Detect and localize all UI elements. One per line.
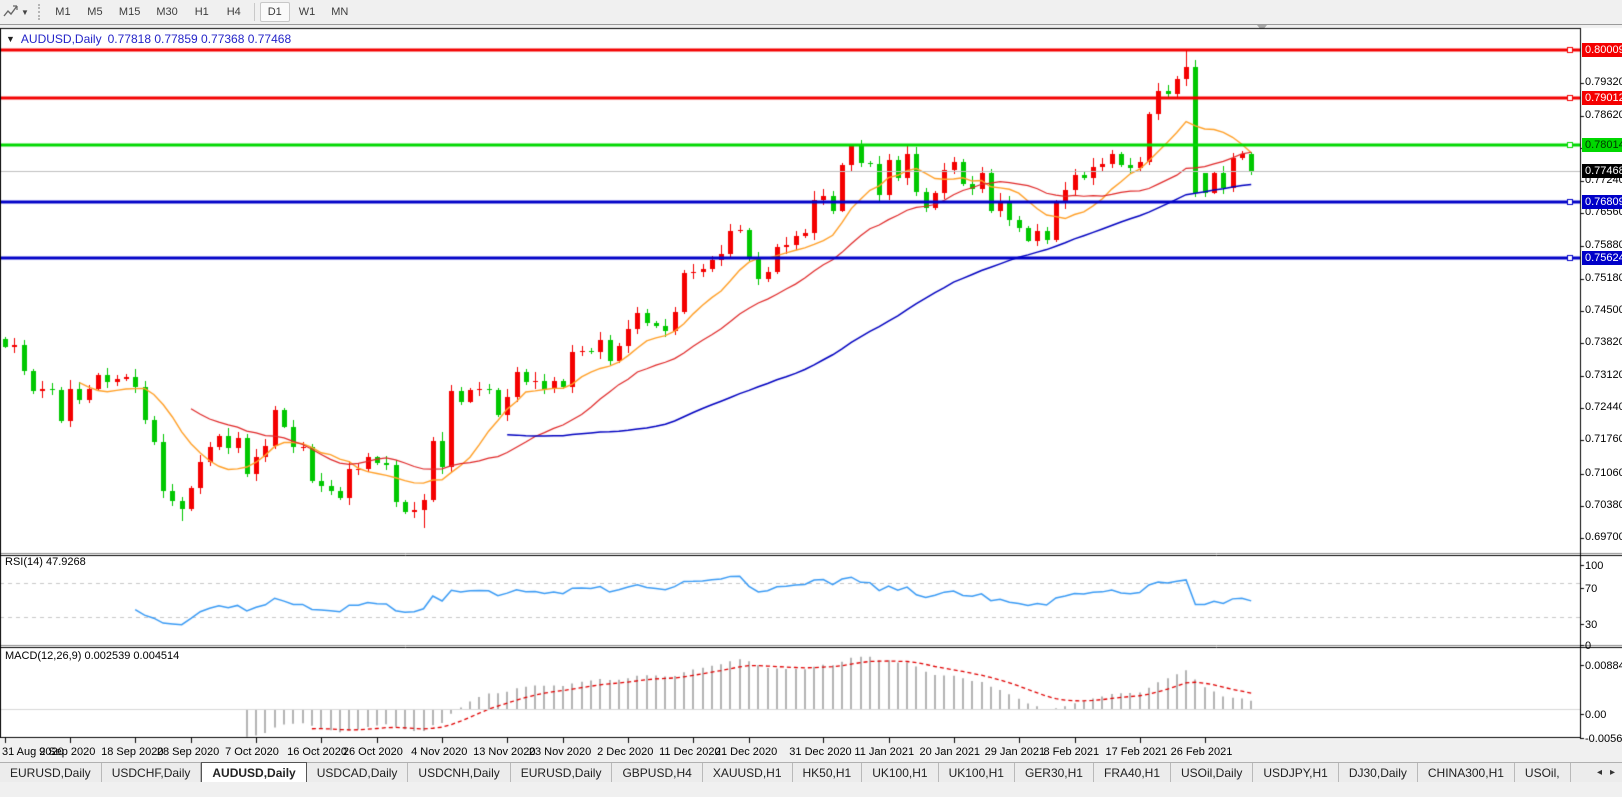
tab-scroll-left-icon[interactable]: ◂ (1593, 767, 1606, 778)
macd-axis-tick: 0.00884 (1585, 660, 1622, 672)
macd-axis-tick: 0.00 (1585, 709, 1607, 721)
tab-scroll-right-icon[interactable]: ▸ (1606, 767, 1619, 778)
price-chart[interactable] (0, 0, 1622, 745)
price-axis-tick: 0.71760 (1585, 433, 1622, 445)
price-line-badge: 0.76809 (1582, 195, 1622, 209)
chart-ohlc-values: 0.77818 0.77859 0.77368 0.77468 (107, 32, 292, 46)
rsi-axis-tick: 30 (1585, 619, 1598, 631)
symbol-tab-usdcnh-daily[interactable]: USDCNH,Daily (408, 763, 511, 782)
symbol-tab-eurusd-daily[interactable]: EURUSD,Daily (510, 763, 613, 782)
price-axis-tick: 0.69700 (1585, 531, 1622, 543)
date-axis-label: 29 Jan 2021 (984, 746, 1046, 758)
symbol-tab-eurusd-daily[interactable]: EURUSD,Daily (0, 763, 102, 782)
date-axis-label: 7 Oct 2020 (225, 746, 279, 758)
date-axis-label: 16 Oct 2020 (287, 746, 348, 758)
date-axis-label: 20 Jan 2021 (919, 746, 981, 758)
date-axis-label: 26 Oct 2020 (342, 746, 403, 758)
current-price-badge: 0.77468 (1582, 164, 1622, 178)
date-axis-label: 23 Nov 2020 (528, 746, 592, 758)
date-axis-label: 9 Sep 2020 (39, 746, 96, 758)
symbol-tab-usdchf-daily[interactable]: USDCHF,Daily (101, 763, 202, 782)
date-axis-label: 17 Feb 2021 (1105, 746, 1168, 758)
trading-app-window: ▼ M1M5M15M30H1H4D1W1MN ▼ AUDUSD,Daily 0.… (0, 0, 1622, 797)
price-axis-tick: 0.72440 (1585, 401, 1622, 413)
price-axis-tick: 0.71060 (1585, 467, 1622, 479)
date-axis-label: 21 Dec 2020 (714, 746, 778, 758)
price-axis-tick: 0.70380 (1585, 499, 1622, 511)
symbol-dropdown-icon[interactable]: ▼ (6, 34, 15, 44)
date-axis-label: 26 Feb 2021 (1170, 746, 1233, 758)
symbol-tab-gbpusd-h4[interactable]: GBPUSD,H4 (612, 763, 703, 782)
symbol-tab-fra40-h1[interactable]: FRA40,H1 (1093, 763, 1172, 782)
symbol-tab-dj30-daily[interactable]: DJ30,Daily (1338, 763, 1418, 782)
symbol-tab-china300-h1[interactable]: CHINA300,H1 (1417, 763, 1515, 782)
price-axis-tick: 0.73120 (1585, 369, 1622, 381)
price-line-badge: 0.78014 (1582, 138, 1622, 152)
symbol-tab-xauusd-h1[interactable]: XAUUSD,H1 (702, 763, 793, 782)
rsi-axis-tick: 100 (1585, 560, 1604, 572)
date-axis-label: 13 Nov 2020 (473, 746, 536, 758)
symbol-tab-ger30-h1[interactable]: GER30,H1 (1014, 763, 1094, 782)
price-axis-tick: 0.79320 (1585, 76, 1622, 88)
price-axis-tick: 0.74500 (1585, 304, 1622, 316)
price-line-badge: 0.80009 (1582, 43, 1622, 57)
date-axis-label: 2 Dec 2020 (597, 746, 654, 758)
date-axis-label: 28 Sep 2020 (156, 746, 220, 758)
price-axis-tick: 0.73820 (1585, 336, 1622, 348)
date-axis-label: 11 Dec 2020 (659, 746, 721, 758)
date-axis-label: 8 Feb 2021 (1043, 746, 1100, 758)
price-axis-tick: 0.75180 (1585, 272, 1622, 284)
rsi-axis-tick: 0 (1585, 640, 1592, 652)
date-axis-label: 31 Dec 2020 (789, 746, 852, 758)
symbol-tab-usdcad-daily[interactable]: USDCAD,Daily (306, 763, 409, 782)
symbol-tab-usdjpy-h1[interactable]: USDJPY,H1 (1253, 763, 1339, 782)
price-axis-tick: 0.75880 (1585, 239, 1622, 251)
date-axis-label: 11 Jan 2021 (854, 746, 915, 758)
symbol-tab-uk100-h1[interactable]: UK100,H1 (862, 763, 939, 782)
macd-label: MACD(12,26,9) 0.002539 0.004514 (5, 650, 180, 662)
rsi-label: RSI(14) 47.9268 (5, 556, 86, 568)
macd-axis-tick: -0.005651 (1585, 733, 1622, 745)
chart-symbol-label: AUDUSD,Daily (20, 32, 102, 46)
status-strip (0, 782, 1622, 797)
price-line-badge: 0.75624 (1582, 251, 1622, 265)
symbol-tab-usoil-daily[interactable]: USOil,Daily (1171, 763, 1254, 782)
symbol-tab-usoil-[interactable]: USOil, (1514, 763, 1571, 782)
symbol-tab-uk100-h1[interactable]: UK100,H1 (938, 763, 1015, 782)
date-axis-label: 4 Nov 2020 (411, 746, 468, 758)
symbol-tab-bar: EURUSD,Daily USDCHF,Daily AUDUSD,Daily USDC… (0, 762, 1622, 782)
price-line-badge: 0.79012 (1582, 91, 1622, 105)
price-axis-tick: 0.78620 (1585, 109, 1622, 121)
chart-title: ▼ AUDUSD,Daily 0.77818 0.77859 0.77368 0… (6, 32, 291, 46)
symbol-tab-audusd-daily[interactable]: AUDUSD,Daily (201, 762, 307, 782)
symbol-tab-hk50-h1[interactable]: HK50,H1 (792, 763, 863, 782)
date-axis-label: 18 Sep 2020 (101, 746, 164, 758)
rsi-axis-tick: 70 (1585, 583, 1598, 595)
